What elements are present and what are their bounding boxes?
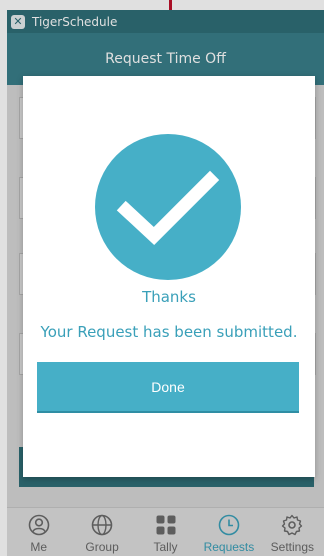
done-button[interactable]: Done [37, 362, 299, 413]
checkmark-icon [95, 134, 241, 280]
confirmation-dialog: Thanks Your Request has been submitted. … [23, 76, 315, 477]
thanks-heading: Thanks [142, 288, 196, 306]
confirmation-message: Your Request has been submitted. [40, 323, 298, 341]
